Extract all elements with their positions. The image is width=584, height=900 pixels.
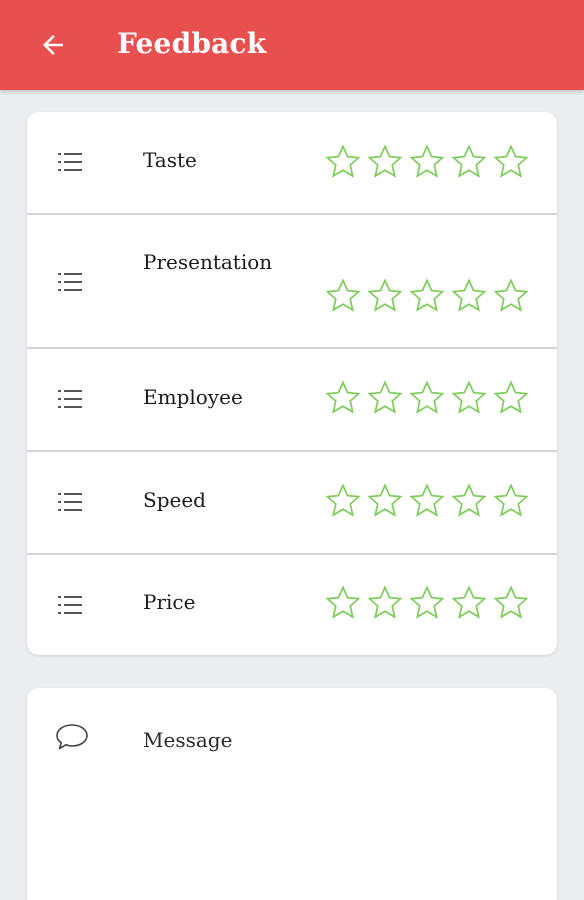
star-icon[interactable] <box>408 379 446 417</box>
star-icon[interactable] <box>408 143 446 181</box>
star-rating[interactable] <box>324 584 534 622</box>
star-icon[interactable] <box>450 379 488 417</box>
star-icon[interactable] <box>324 584 362 622</box>
rating-label: Price <box>143 590 196 614</box>
star-icon[interactable] <box>324 277 362 315</box>
star-icon[interactable] <box>324 143 362 181</box>
rating-label: Taste <box>143 148 197 172</box>
star-icon[interactable] <box>324 379 362 417</box>
message-card[interactable]: Message <box>27 688 557 900</box>
list-icon <box>58 493 82 511</box>
star-icon[interactable] <box>492 143 530 181</box>
app-bar: Feedback <box>0 0 584 90</box>
rating-label: Presentation <box>143 250 273 274</box>
rating-row-taste: Taste <box>27 112 557 213</box>
rating-row-presentation: Presentation <box>27 215 557 347</box>
star-icon[interactable] <box>366 482 404 520</box>
star-rating[interactable] <box>324 277 534 315</box>
message-label: Message <box>143 728 233 752</box>
star-icon[interactable] <box>450 143 488 181</box>
star-icon[interactable] <box>492 379 530 417</box>
star-icon[interactable] <box>324 482 362 520</box>
list-icon <box>58 390 82 408</box>
chat-bubble-icon <box>56 724 88 750</box>
star-icon[interactable] <box>366 379 404 417</box>
rating-label: Employee <box>143 385 243 409</box>
rating-row-speed: Speed <box>27 452 557 553</box>
star-rating[interactable] <box>324 482 534 520</box>
arrow-left-icon <box>43 35 63 55</box>
star-icon[interactable] <box>450 277 488 315</box>
back-button[interactable] <box>30 22 76 68</box>
list-icon <box>58 596 82 614</box>
star-icon[interactable] <box>366 584 404 622</box>
list-icon <box>58 273 82 291</box>
list-icon <box>58 153 82 171</box>
star-icon[interactable] <box>492 482 530 520</box>
star-icon[interactable] <box>408 482 446 520</box>
star-rating[interactable] <box>324 143 534 181</box>
star-icon[interactable] <box>366 143 404 181</box>
star-icon[interactable] <box>408 584 446 622</box>
star-icon[interactable] <box>408 277 446 315</box>
star-icon[interactable] <box>492 584 530 622</box>
rating-row-price: Price <box>27 555 557 655</box>
star-icon[interactable] <box>450 482 488 520</box>
ratings-card: Taste Presentation Employee Speed Price <box>27 112 557 655</box>
star-icon[interactable] <box>492 277 530 315</box>
rating-label: Speed <box>143 488 206 512</box>
star-icon[interactable] <box>450 584 488 622</box>
star-rating[interactable] <box>324 379 534 417</box>
page-title: Feedback <box>117 27 267 60</box>
star-icon[interactable] <box>366 277 404 315</box>
rating-row-employee: Employee <box>27 349 557 450</box>
